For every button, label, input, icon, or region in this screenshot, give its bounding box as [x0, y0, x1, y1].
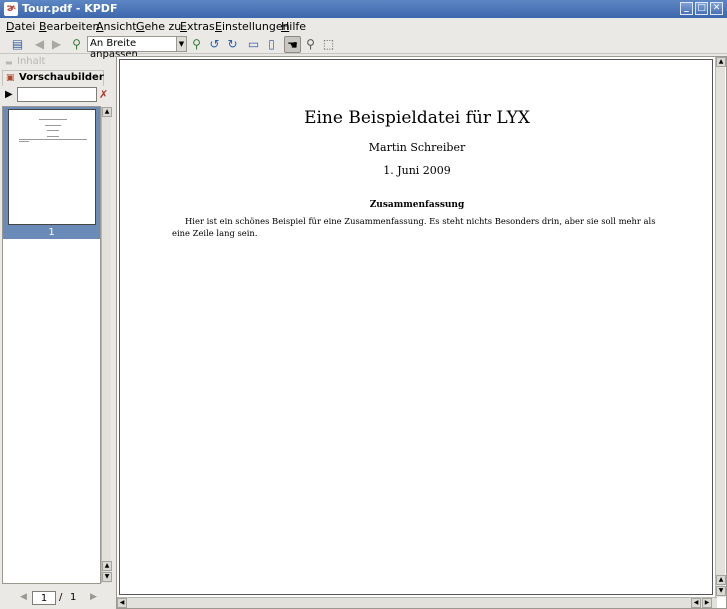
tab-contents[interactable]: ▬ Inhalt [2, 56, 104, 69]
thumbnail-scrollbar[interactable]: ▲ ▲ ▼ [101, 107, 112, 583]
browse-icon[interactable]: ☚ [284, 36, 301, 53]
thumbnail-list[interactable]: 1 ▲ ▲ ▼ [2, 106, 112, 584]
back-icon[interactable]: ◀ [31, 36, 48, 53]
document-title: Eine Beispieldatei für LYX [304, 108, 530, 128]
scroll-up-icon[interactable]: ▲ [102, 561, 112, 571]
contents-icon: ▬ [5, 58, 13, 67]
thumbnail-page-preview [8, 109, 96, 225]
current-page-input[interactable] [32, 591, 56, 605]
document-viewer[interactable]: Eine Beispieldatei für LYX Martin Schrei… [116, 56, 727, 609]
scroll-down-icon[interactable]: ▼ [716, 586, 726, 596]
window-title: Tour.pdf - KPDF [22, 2, 118, 15]
scroll-up-icon[interactable]: ▲ [102, 107, 112, 117]
page-separator: / [59, 592, 63, 603]
rotate-left-icon[interactable]: ↺ [206, 36, 223, 53]
forward-icon[interactable]: ▶ [48, 36, 65, 53]
filter-input[interactable] [17, 87, 97, 102]
menu-ansicht[interactable]: Ansicht [96, 20, 137, 33]
scroll-left-icon[interactable]: ◀ [117, 598, 127, 608]
zoom-combo[interactable]: An Breite anpassen ▼ [87, 36, 187, 60]
prev-page-icon[interactable]: ◀ [20, 592, 27, 602]
next-page-icon[interactable]: ▶ [90, 592, 97, 602]
menu-gehe-zu[interactable]: Gehe zu [136, 20, 181, 33]
abstract-text: Hier ist ein schönes Beispiel für eine Z… [172, 216, 656, 238]
menu-bar: Datei Bearbeiten Ansicht Gehe zu Extras … [0, 18, 727, 35]
menu-bearbeiten[interactable]: Bearbeiten [39, 20, 99, 33]
clear-filter-icon[interactable]: ✗ [99, 88, 108, 101]
zoom-in-icon[interactable]: ⚲ [68, 36, 85, 53]
tab-thumbnails-label: Vorschaubilder [19, 72, 104, 83]
toolbar: ▤ ◀ ▶ ⚲ An Breite anpassen ▼ ⚲ ↺ ↻ ▭ ▯ ☚… [0, 35, 727, 60]
facing-pages-icon[interactable]: ▯ [263, 36, 280, 53]
maximize-button[interactable]: □ [695, 2, 708, 15]
document-author: Martin Schreiber [368, 141, 466, 154]
scroll-up-icon[interactable]: ▲ [716, 57, 726, 67]
tab-contents-label: Inhalt [17, 56, 46, 67]
filter-icon: ▶ [5, 89, 13, 100]
chevron-down-icon[interactable]: ▼ [176, 37, 186, 51]
total-pages: 1 [70, 592, 77, 603]
menu-datei[interactable]: Datei [6, 20, 35, 33]
rotate-right-icon[interactable]: ↻ [224, 36, 241, 53]
scroll-down-icon[interactable]: ▼ [102, 572, 112, 582]
thumbnail-filter: ▶ ✗ [2, 87, 112, 104]
thumbnail-page-number: 1 [48, 227, 55, 238]
minimize-button[interactable]: _ [680, 2, 693, 15]
viewer-horizontal-scrollbar[interactable]: ◀ ◀ ▶ [117, 597, 717, 608]
abstract-heading: Zusammenfassung [369, 200, 465, 210]
title-bar: ɚ Tour.pdf - KPDF _ □ ✕ [0, 0, 727, 18]
thumbnail-item[interactable]: 1 [3, 107, 100, 239]
page-navigator: ◀ / 1 ▶ [2, 590, 112, 607]
close-button[interactable]: ✕ [710, 2, 723, 15]
scroll-right-icon[interactable]: ▶ [702, 598, 712, 608]
menu-hilfe[interactable]: Hilfe [281, 20, 306, 33]
document-page: Eine Beispieldatei für LYX Martin Schrei… [119, 59, 713, 595]
tab-thumbnails[interactable]: ▣ Vorschaubilder [2, 70, 104, 86]
scroll-up-icon[interactable]: ▲ [716, 575, 726, 585]
document-date: 1. Juni 2009 [383, 164, 451, 177]
menu-extras[interactable]: Extras [180, 20, 215, 33]
scroll-left-icon[interactable]: ◀ [691, 598, 701, 608]
select-tool-icon[interactable]: ⬚ [320, 36, 337, 53]
zoom-tool-icon[interactable]: ⚲ [302, 36, 319, 53]
viewer-vertical-scrollbar[interactable]: ▲ ▲ ▼ [715, 57, 726, 597]
single-page-icon[interactable]: ▭ [245, 36, 262, 53]
zoom-out-icon[interactable]: ⚲ [188, 36, 205, 53]
kpdf-app-icon[interactable]: ɚ [4, 2, 18, 16]
menu-einstellungen[interactable]: Einstellungen [215, 20, 290, 33]
open-icon[interactable]: ▤ [9, 36, 26, 53]
thumbnails-icon: ▣ [6, 73, 15, 83]
